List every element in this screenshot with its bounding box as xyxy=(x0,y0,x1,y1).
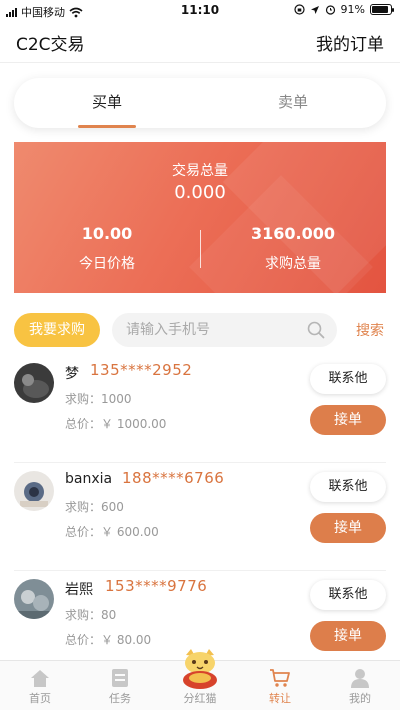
tab-transfer[interactable]: 转让 xyxy=(240,661,320,710)
battery-icon xyxy=(370,4,394,15)
purchase-total-label: 求购总量 xyxy=(265,256,321,272)
contact-button[interactable]: 联系他 xyxy=(310,364,386,394)
order-list: 梦 135****2952 求购：1000 总价：￥ 1000.00 联系他 接… xyxy=(0,355,400,679)
accept-order-button[interactable]: 接单 xyxy=(310,621,386,651)
tab-home[interactable]: 首页 xyxy=(0,661,80,710)
user-name: banxia xyxy=(65,471,113,487)
page-title: C2C交易 xyxy=(16,35,85,55)
tab-sell-orders[interactable]: 卖单 xyxy=(200,78,386,128)
purchase-total-block: 3160.000 求购总量 xyxy=(200,224,386,273)
location-icon xyxy=(310,5,319,14)
order-total: 总价：￥ 1000.00 xyxy=(65,417,167,431)
today-price-value: 10.00 xyxy=(81,224,133,243)
order-type-tabs: 买单 卖单 xyxy=(14,78,386,128)
order-total: 总价：￥ 600.00 xyxy=(65,525,159,539)
contact-button[interactable]: 联系他 xyxy=(310,472,386,502)
avatar xyxy=(14,471,54,511)
search-button[interactable]: 搜索 xyxy=(356,320,384,340)
request-purchase-button[interactable]: 我要求购 xyxy=(14,313,100,347)
bottom-tab-bar: 首页 任务 分红猫 转让 我的 xyxy=(0,649,400,710)
tab-lucky-cat[interactable]: 分红猫 xyxy=(160,649,240,710)
my-orders-link[interactable]: 我的订单 xyxy=(316,30,384,55)
search-row: 我要求购 搜索 xyxy=(14,313,386,347)
status-bar: 中国移动 11:10 91% xyxy=(0,0,400,22)
search-box xyxy=(112,313,337,347)
tab-label: 转让 xyxy=(269,692,291,705)
order-quantity: 求购：600 xyxy=(65,500,124,514)
stats-banner: 交易总量 0.000 10.00 今日价格 3160.000 求购总量 xyxy=(14,142,386,293)
tab-label: 分红猫 xyxy=(183,692,217,705)
user-name: 梦 xyxy=(65,366,79,382)
status-right: 91% xyxy=(293,3,394,16)
tab-profile[interactable]: 我的 xyxy=(320,661,400,710)
order-total: 总价：￥ 80.00 xyxy=(65,633,152,647)
avatar xyxy=(14,363,54,403)
order-quantity: 求购：1000 xyxy=(65,392,132,406)
user-phone: 188****6766 xyxy=(122,469,225,487)
lucky-cat-icon xyxy=(183,649,217,689)
total-volume-label: 交易总量 xyxy=(172,163,228,179)
contact-button[interactable]: 联系他 xyxy=(310,580,386,610)
tab-label: 我的 xyxy=(349,692,371,705)
today-price-block: 10.00 今日价格 xyxy=(14,224,200,273)
user-phone: 153****9776 xyxy=(105,577,208,595)
list-item: banxia 188****6766 求购：600 总价：￥ 600.00 联系… xyxy=(0,463,400,571)
rotation-lock-icon xyxy=(293,4,305,15)
alarm-icon xyxy=(325,5,335,15)
avatar xyxy=(14,579,54,619)
total-volume-value: 0.000 xyxy=(174,182,226,203)
profile-icon xyxy=(351,669,369,688)
accept-order-button[interactable]: 接单 xyxy=(310,513,386,543)
accept-order-button[interactable]: 接单 xyxy=(310,405,386,435)
tab-buy-orders[interactable]: 买单 xyxy=(14,78,200,128)
battery-percent: 91% xyxy=(340,3,365,16)
user-phone: 135****2952 xyxy=(90,361,193,379)
user-name: 岩熙 xyxy=(65,582,93,598)
task-icon xyxy=(112,669,128,687)
order-quantity: 求购：80 xyxy=(65,608,117,622)
home-icon xyxy=(31,670,49,687)
cart-icon xyxy=(270,669,290,687)
purchase-total-value: 3160.000 xyxy=(250,224,335,243)
search-icon[interactable] xyxy=(307,321,325,339)
tab-tasks[interactable]: 任务 xyxy=(80,661,160,710)
today-price-label: 今日价格 xyxy=(79,256,135,272)
tab-label: 首页 xyxy=(29,692,51,705)
list-item: 梦 135****2952 求购：1000 总价：￥ 1000.00 联系他 接… xyxy=(0,355,400,463)
tab-label: 任务 xyxy=(109,692,131,705)
header-divider xyxy=(0,62,400,63)
app-header: C2C交易 我的订单 xyxy=(0,26,400,58)
phone-search-input[interactable] xyxy=(126,313,296,347)
